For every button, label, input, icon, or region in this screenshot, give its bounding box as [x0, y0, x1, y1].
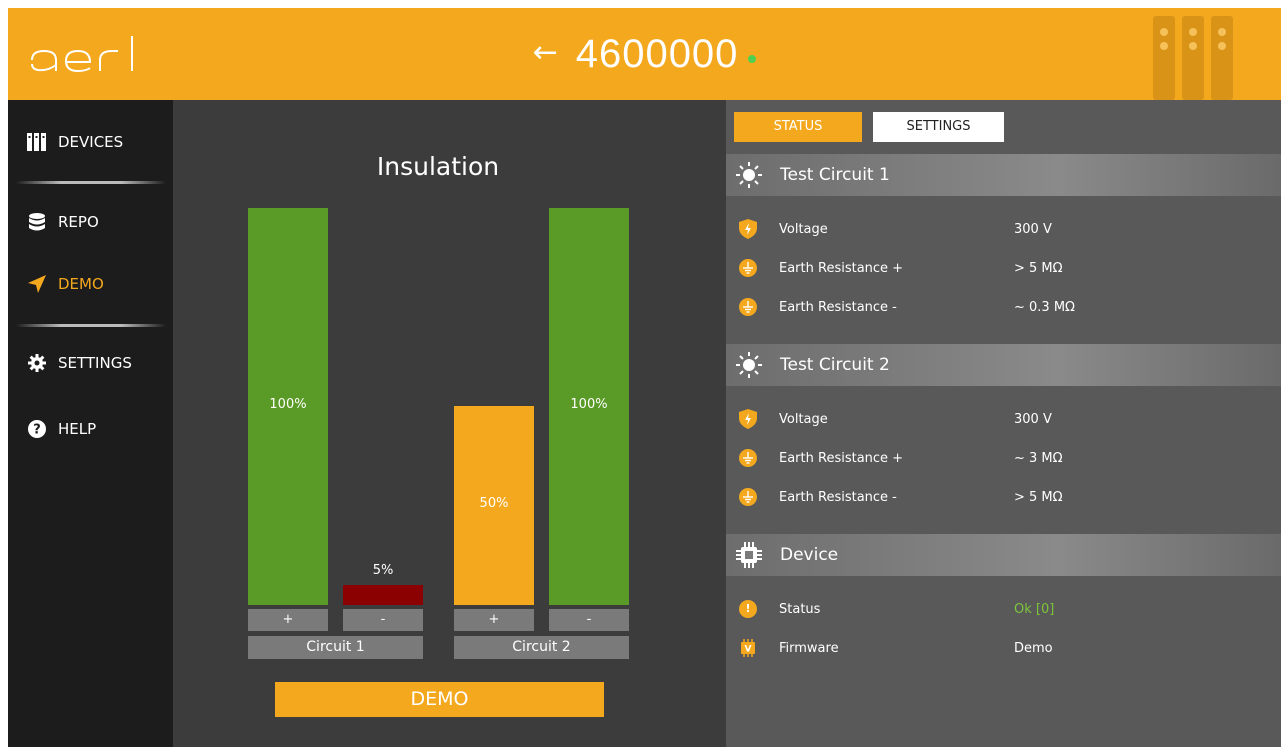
svg-text:V: V [745, 645, 752, 655]
row-value: 300 V [1014, 221, 1052, 237]
row-voltage: Voltage 300 V [726, 217, 1281, 241]
row-label: Earth Resistance + [779, 450, 904, 466]
plus-label: + [454, 609, 534, 631]
svg-text:?: ? [33, 423, 41, 438]
online-status-dot [748, 55, 757, 63]
chip-icon [734, 540, 764, 570]
minus-label: - [549, 609, 629, 631]
devices-icon [26, 132, 48, 152]
sidebar-item-settings[interactable]: SETTINGS [26, 353, 132, 373]
section-device: Device [726, 534, 1281, 576]
sidebar-item-label: DEVICES [58, 133, 124, 151]
row-value: > 5 MΩ [1014, 260, 1063, 276]
bar-value-label: 5% [372, 563, 394, 578]
sidebar: DEVICES REPO DEMO SETTINGS ? HELP [8, 100, 173, 747]
row-earth-resistance-plus: Earth Resistance + ~ 3 MΩ [726, 446, 1281, 470]
sidebar-divider [16, 324, 166, 327]
row-value: > 5 MΩ [1014, 489, 1063, 505]
row-label: Voltage [779, 221, 828, 237]
row-voltage: Voltage 300 V [726, 407, 1281, 431]
bar-value-label: 50% [479, 496, 509, 511]
database-icon [26, 212, 48, 232]
sidebar-item-help[interactable]: ? HELP [26, 419, 96, 439]
shield-bolt-icon [737, 218, 759, 240]
firmware-icon: V [737, 637, 759, 659]
sidebar-item-label: SETTINGS [58, 354, 132, 372]
row-label: Earth Resistance + [779, 260, 904, 276]
ground-icon [737, 486, 759, 508]
device-serial-title: 4600000 [575, 31, 739, 76]
row-value: ~ 3 MΩ [1014, 450, 1063, 466]
demo-button[interactable]: DEMO [275, 682, 604, 717]
ground-icon [737, 447, 759, 469]
status-panel: STATUS SETTINGS Test Circuit 1 Voltage 3… [726, 100, 1281, 747]
help-icon: ? [26, 419, 48, 439]
shield-bolt-icon [737, 408, 759, 430]
row-label: Status [779, 601, 821, 617]
section-test-circuit-1: Test Circuit 1 [726, 154, 1281, 196]
row-label: Voltage [779, 411, 828, 427]
row-value: Demo [1014, 640, 1053, 656]
sidebar-item-repo[interactable]: REPO [26, 212, 99, 232]
section-title: Test Circuit 2 [780, 355, 890, 375]
send-icon [26, 274, 48, 294]
row-earth-resistance-plus: Earth Resistance + > 5 MΩ [726, 256, 1281, 280]
row-value: ~ 0.3 MΩ [1014, 299, 1075, 315]
sidebar-item-label: HELP [58, 420, 97, 438]
ground-icon [737, 257, 759, 279]
sidebar-item-demo[interactable]: DEMO [26, 274, 104, 294]
row-earth-resistance-minus: Earth Resistance - > 5 MΩ [726, 485, 1281, 509]
row-label: Earth Resistance - [779, 299, 897, 315]
row-value: Ok [0] [1014, 601, 1055, 617]
row-value: 300 V [1014, 411, 1052, 427]
row-label: Firmware [779, 640, 839, 656]
sidebar-divider [16, 181, 166, 184]
row-status: ! Status Ok [0] [726, 597, 1281, 621]
gear-icon [26, 353, 48, 373]
plus-label: + [248, 609, 328, 631]
minus-label: - [343, 609, 423, 631]
device-units-icon [1153, 16, 1233, 100]
section-title: Device [780, 545, 839, 565]
bar-circuit1-minus [343, 585, 423, 605]
tab-settings[interactable]: SETTINGS [873, 112, 1004, 142]
section-title: Test Circuit 1 [780, 165, 890, 185]
bar-value-label: 100% [269, 397, 307, 412]
row-firmware: V Firmware Demo [726, 636, 1281, 660]
section-test-circuit-2: Test Circuit 2 [726, 344, 1281, 386]
circuit-2-label: Circuit 2 [454, 636, 629, 659]
ground-icon [737, 296, 759, 318]
top-bar: ← 4600000 [8, 8, 1281, 100]
row-earth-resistance-minus: Earth Resistance - ~ 0.3 MΩ [726, 295, 1281, 319]
insulation-chart-area: Insulation 100% + 5% - 50% + 100% - Circ… [173, 100, 726, 747]
sidebar-item-label: DEMO [58, 275, 104, 293]
tab-status[interactable]: STATUS [734, 112, 862, 142]
sidebar-item-label: REPO [58, 213, 99, 231]
alert-icon: ! [737, 598, 759, 620]
sun-icon [734, 350, 764, 380]
bar-value-label: 100% [570, 397, 608, 412]
row-label: Earth Resistance - [779, 489, 897, 505]
sun-icon [734, 160, 764, 190]
circuit-1-label: Circuit 1 [248, 636, 423, 659]
chart-title: Insulation [376, 152, 500, 181]
app-window: ← 4600000 DEVICES REPO DEMO SETTINGS ? H… [8, 8, 1281, 747]
sidebar-item-devices[interactable]: DEVICES [26, 132, 123, 152]
back-arrow-icon[interactable]: ← [533, 35, 558, 70]
